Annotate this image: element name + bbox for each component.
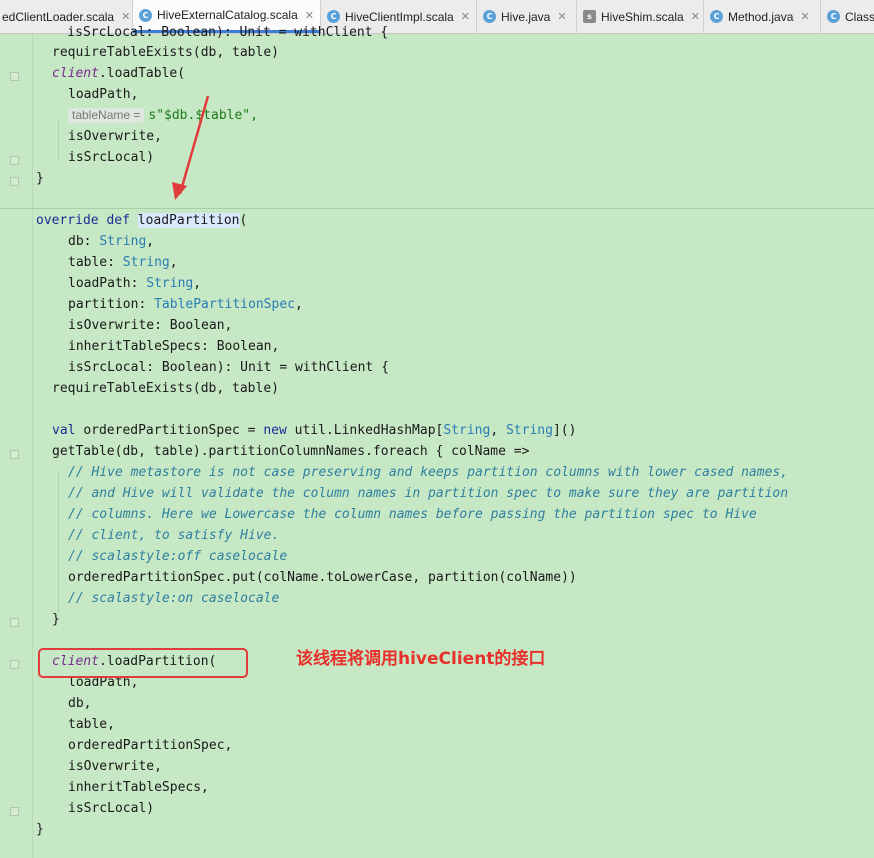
tab-class[interactable]: C Class <box>821 0 874 33</box>
tab-label: Class <box>845 9 874 24</box>
tab-hive-java[interactable]: C Hive.java ✕ <box>477 0 577 33</box>
tab-label: HiveShim.scala <box>601 9 684 24</box>
scala-class-icon: C <box>139 8 152 22</box>
arrow-head-icon <box>172 182 187 200</box>
java-class-icon: C <box>483 10 496 23</box>
code-editor[interactable]: isSrcLocal: Boolean): Unit = withClient … <box>0 25 874 858</box>
close-icon[interactable]: ✕ <box>800 10 809 23</box>
close-icon[interactable]: ✕ <box>691 10 700 23</box>
close-icon[interactable]: ✕ <box>461 10 470 23</box>
close-icon[interactable]: ✕ <box>557 10 566 23</box>
scala-file-icon: s <box>583 10 596 23</box>
tab-method-java[interactable]: C Method.java ✕ <box>704 0 821 33</box>
annotation-arrow <box>172 95 210 200</box>
tab-label: Method.java <box>728 9 794 24</box>
close-icon[interactable]: ✕ <box>305 9 314 22</box>
arrow-shaft <box>178 95 210 195</box>
java-class-icon: C <box>710 10 723 23</box>
tab-hive-shim[interactable]: s HiveShim.scala ✕ <box>577 0 704 33</box>
tab-label: Hive.java <box>501 9 551 24</box>
java-class-icon: C <box>827 10 840 23</box>
tab-label: HiveExternalCatalog.scala <box>157 8 298 22</box>
